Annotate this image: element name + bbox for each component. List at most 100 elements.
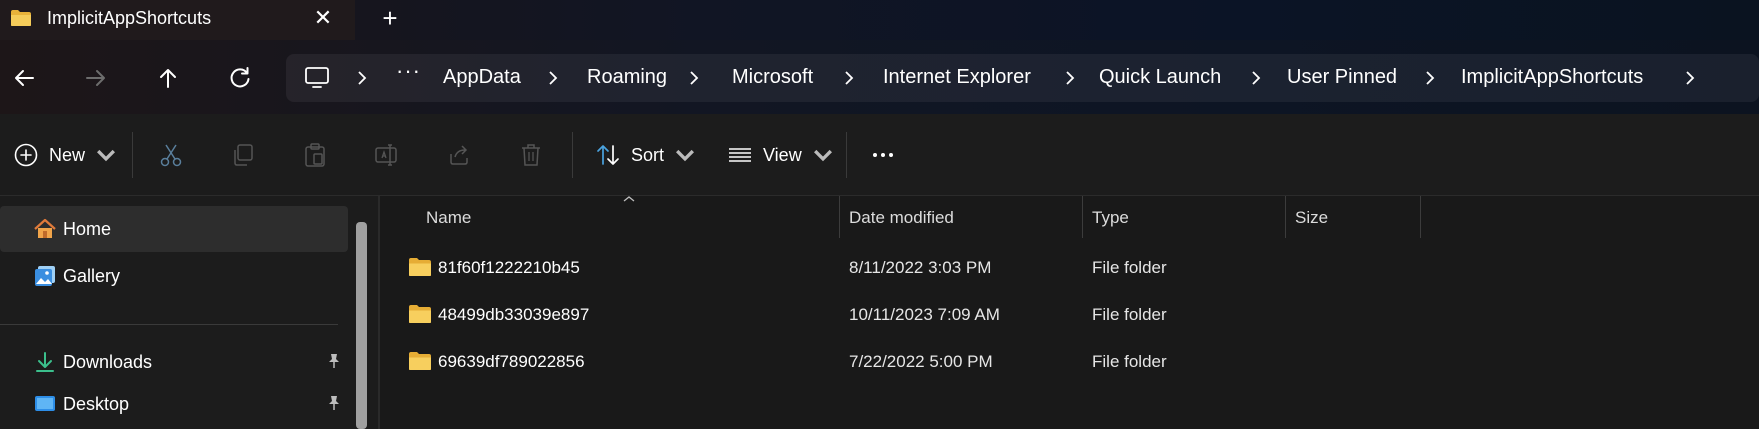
back-button[interactable] [8,62,40,94]
chevron-right-icon[interactable] [1060,66,1080,90]
chevron-right-icon[interactable] [1680,66,1700,90]
sidebar-item-label: Gallery [63,266,121,286]
share-icon [450,145,468,165]
chevron-right-icon[interactable] [1420,66,1440,90]
copy-icon [234,144,253,166]
cut-button[interactable] [158,138,184,172]
crumb-user-pinned[interactable]: User Pinned [1287,66,1397,89]
command-bar: New Sort View [0,114,1759,196]
view-button[interactable]: View [727,138,836,172]
arrow-up-icon [160,69,176,88]
up-button[interactable] [152,62,184,94]
rename-icon [375,144,397,166]
sidebar-item-downloads[interactable]: Downloads [0,339,348,385]
arrow-right-icon [86,70,105,86]
delete-button[interactable] [518,138,544,172]
share-button[interactable] [446,138,472,172]
scissors-icon [160,144,182,167]
sidebar-item-label: Downloads [63,352,153,372]
toolbar-divider [132,132,133,178]
folder-icon [409,258,431,276]
pin-icon[interactable] [325,352,343,370]
column-header-size[interactable]: Size [1295,208,1328,228]
toolbar-divider [572,132,573,178]
home-icon [34,218,56,238]
plus-circle-icon [14,143,38,167]
chevron-right-icon[interactable] [352,66,372,90]
chevron-down-icon [676,149,695,162]
file-type: File folder [1092,352,1167,371]
arrow-left-icon [15,70,34,86]
column-divider[interactable] [1420,196,1421,238]
sidebar-scrollbar[interactable] [356,222,367,429]
navigation-bar: ··· AppData Roaming Microsoft Internet E… [0,40,1759,114]
column-divider[interactable] [1082,196,1083,238]
this-pc-icon[interactable] [304,66,330,90]
column-header-date[interactable]: Date modified [849,208,954,228]
file-type: File folder [1092,258,1167,277]
column-header-name[interactable]: Name [426,208,471,228]
chevron-down-icon [97,149,116,162]
chevron-right-icon[interactable] [839,66,859,90]
rename-button[interactable] [374,138,400,172]
sort-label: Sort [631,144,665,165]
gallery-icon [35,266,55,286]
crumb-appdata[interactable]: AppData [443,66,521,89]
column-header-type[interactable]: Type [1092,208,1129,228]
paste-button[interactable] [302,138,328,172]
refresh-button[interactable] [224,62,256,94]
download-icon [36,352,54,372]
more-icon [873,153,893,157]
crumb-implicitappshortcuts[interactable]: ImplicitAppShortcuts [1461,66,1643,89]
column-divider[interactable] [1285,196,1286,238]
sidebar-item-label: Home [63,219,112,239]
close-tab-button[interactable]: ✕ [310,4,336,32]
copy-button[interactable] [230,138,256,172]
clipboard-icon [305,143,325,167]
folder-icon [409,305,431,323]
new-button[interactable]: New [13,138,119,172]
sidebar-divider [0,324,338,325]
view-label: View [763,144,802,165]
address-overflow-button[interactable]: ··· [396,58,421,84]
file-name[interactable]: 81f60f1222210b45 [438,258,580,278]
more-options-button[interactable] [870,138,896,172]
refresh-icon [230,67,250,88]
table-row[interactable]: 48499db33039e897 10/11/2023 7:09 AM File… [380,291,1759,337]
sidebar-item-gallery[interactable]: Gallery [0,253,348,299]
chevron-right-icon[interactable] [543,66,563,90]
sidebar-item-label: Desktop [63,394,130,414]
file-list: Name Date modified Type Size 81f60f12222… [380,196,1759,429]
toolbar-divider [846,132,847,178]
chevron-right-icon[interactable] [1246,66,1266,90]
crumb-internet-explorer[interactable]: Internet Explorer [883,66,1031,89]
active-tab[interactable]: ImplicitAppShortcuts ✕ [0,0,355,40]
file-name[interactable]: 48499db33039e897 [438,305,589,325]
file-type: File folder [1092,305,1167,324]
crumb-quick-launch[interactable]: Quick Launch [1099,66,1221,89]
pin-icon[interactable] [325,394,343,412]
table-row[interactable]: 69639df789022856 7/22/2022 5:00 PM File … [380,338,1759,384]
folder-icon [409,352,431,370]
crumb-microsoft[interactable]: Microsoft [732,66,813,89]
sidebar-item-home[interactable]: Home [0,206,348,252]
file-name[interactable]: 69639df789022856 [438,352,585,372]
chevron-right-icon[interactable] [684,66,704,90]
sort-ascending-icon [623,196,635,202]
file-date: 7/22/2022 5:00 PM [849,352,993,371]
title-bar: ImplicitAppShortcuts ✕ + [0,0,1759,40]
table-row[interactable]: 81f60f1222210b45 8/11/2022 3:03 PM File … [380,244,1759,290]
forward-button[interactable] [80,62,112,94]
sort-button[interactable]: Sort [595,138,698,172]
desktop-icon [35,396,55,411]
address-bar[interactable]: ··· AppData Roaming Microsoft Internet E… [286,54,1759,102]
sidebar-item-desktop[interactable]: Desktop [0,381,348,427]
file-date: 10/11/2023 7:09 AM [849,305,1000,324]
new-tab-button[interactable]: + [376,4,404,32]
file-date: 8/11/2022 3:03 PM [849,258,992,277]
chevron-down-icon [813,149,832,162]
column-divider[interactable] [839,196,840,238]
new-label: New [49,144,86,165]
view-list-icon [729,148,751,162]
crumb-roaming[interactable]: Roaming [587,66,667,89]
